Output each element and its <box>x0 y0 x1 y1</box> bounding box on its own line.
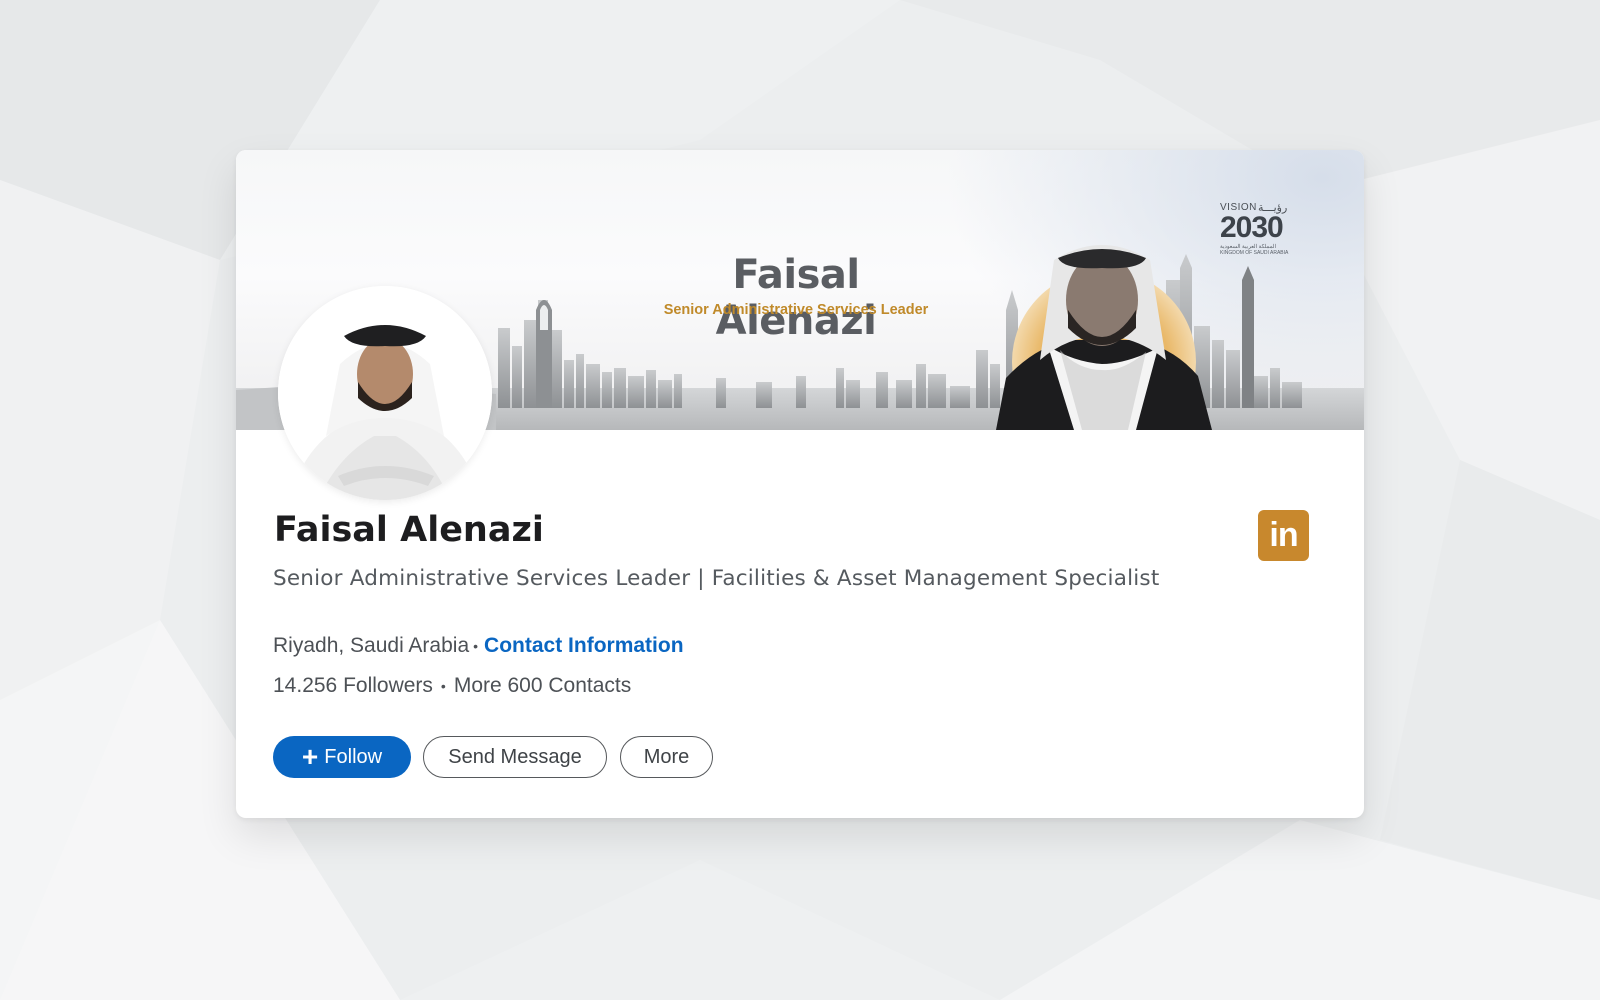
profile-headline: Senior Administrative Services Leader | … <box>273 566 1160 591</box>
followers-count: 14.256 Followers <box>273 674 433 697</box>
plus-icon: + <box>301 741 319 772</box>
stats-separator: • <box>440 678 446 695</box>
profile-name: Faisal Alenazi <box>274 510 544 550</box>
avatar[interactable] <box>278 286 492 500</box>
vision-logo-kingdom-en: KINGDOM OF SAUDI ARABIA <box>1220 250 1289 256</box>
linkedin-icon[interactable]: in <box>1258 510 1309 561</box>
vision-logo-number: 2030 <box>1220 211 1284 244</box>
follow-button[interactable]: + Follow <box>273 736 411 778</box>
location-row: Riyadh, Saudi Arabia • Contact Information <box>273 634 684 658</box>
avatar-portrait <box>278 286 492 500</box>
contact-information-link[interactable]: Contact Information <box>484 634 684 657</box>
location-text: Riyadh, Saudi Arabia <box>273 634 470 657</box>
banner-subtitle: Senior Administrative Services Leader <box>663 302 929 318</box>
vision-2030-logo: VISION رؤيـــة 2030 المملكة العربية السع… <box>1220 202 1296 256</box>
location-separator: • <box>473 638 479 655</box>
more-button[interactable]: More <box>620 736 713 778</box>
profile-card: Faisal Alenazi Senior Administrative Ser… <box>236 150 1364 818</box>
follow-button-label: Follow <box>324 745 383 768</box>
banner-title: Faisal Alenazi <box>715 252 877 344</box>
contacts-count: More 600 Contacts <box>453 674 632 697</box>
stats-row: 14.256 Followers • More 600 Contacts <box>273 674 631 698</box>
send-message-button[interactable]: Send Message <box>423 736 607 778</box>
